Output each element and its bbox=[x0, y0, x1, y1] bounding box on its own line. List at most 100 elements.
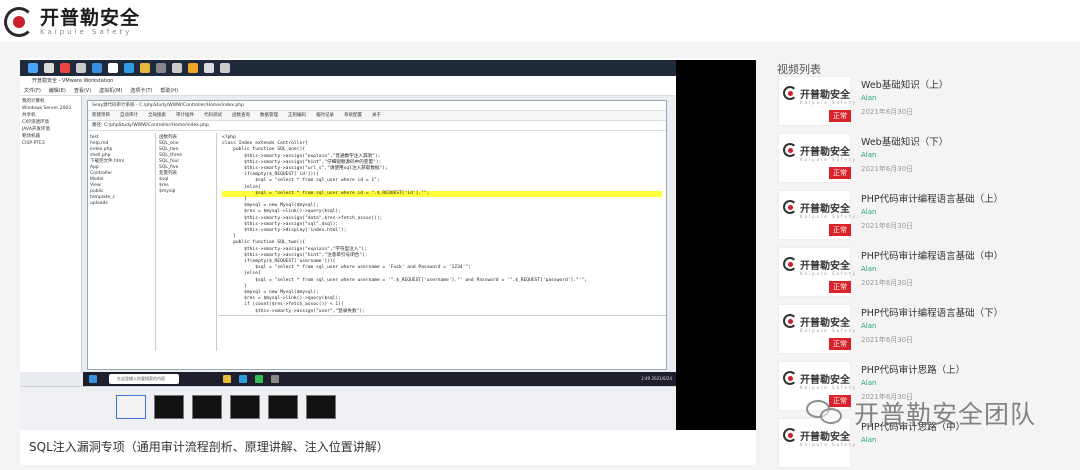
vm-tab-thumbnail bbox=[306, 395, 336, 419]
thumbnail-logo-text: 开普勒安全 bbox=[800, 147, 850, 158]
video-item-title[interactable]: PHP代码审计编程语言基础（中） bbox=[861, 248, 1003, 262]
code-audit-window: Seay源代码审计系统 - C:/phpStudy/WWW/Controller… bbox=[87, 100, 667, 370]
thumbnail-logo-text: 开普勒安全 bbox=[800, 375, 850, 386]
video-item-author: Alan bbox=[861, 208, 877, 216]
function-outline: 函数列表 SQL_one SQL_two SQL_three SQL_four SQL_f… bbox=[157, 133, 217, 351]
video-thumbnail[interactable]: 开普勒安全 Kaipule Safety 正常 bbox=[778, 76, 855, 126]
file-tree-item[interactable]: uploads bbox=[90, 201, 153, 207]
editor-toolbar-button[interactable]: 自动审计 bbox=[120, 113, 138, 118]
video-item-date: 2021年6月30日 bbox=[861, 279, 914, 287]
vm-toolbar-icon[interactable] bbox=[92, 63, 102, 73]
video-item-title[interactable]: Web基础知识（下） bbox=[861, 134, 948, 148]
vm-tab-thumbnail bbox=[192, 395, 222, 419]
library-item[interactable]: 靶场机器 bbox=[22, 133, 79, 140]
video-list-item[interactable]: 开普勒安全 Kaipule Safety 正常 PHP代码审计编程语言基础（上） Ala… bbox=[778, 190, 1078, 242]
editor-toolbar-button[interactable]: 数据管理 bbox=[260, 113, 278, 118]
outline-item[interactable]: $mysql bbox=[159, 189, 214, 195]
logo-icon bbox=[783, 86, 797, 100]
thumbnail-logo-text: 开普勒安全 bbox=[800, 90, 850, 101]
vm-toolbar-icon[interactable] bbox=[124, 63, 134, 73]
vm-menu-item[interactable]: 查看(V) bbox=[74, 88, 91, 94]
vm-tab-thumbnail bbox=[268, 395, 298, 419]
thumbnail-logo-subtitle: Kaipule Safety bbox=[800, 385, 857, 390]
thumbnail-logo-subtitle: Kaipule Safety bbox=[800, 100, 857, 105]
wechat-watermark: 开普勒安全团队 bbox=[806, 395, 1036, 431]
library-item[interactable]: CXP渗透环境 bbox=[22, 119, 79, 126]
editor-toolbar-button[interactable]: 关于 bbox=[372, 113, 381, 118]
vm-toolbar-icon[interactable] bbox=[156, 63, 166, 73]
logo-icon bbox=[783, 314, 797, 328]
logo-icon bbox=[783, 428, 797, 442]
logo-subtitle: Kaipule Safety bbox=[40, 28, 133, 36]
editor-toolbar: 新建项目 自动审计 全局搜索 审计插件 代码调试 函数查询 数据管理 正则编码 临时记录 系统配置… bbox=[88, 111, 666, 121]
vm-tab-thumbnail bbox=[154, 395, 184, 419]
video-item-date: 2021年6月30日 bbox=[861, 108, 914, 116]
video-list-item[interactable]: 开普勒安全 Kaipule Safety 正常 PHP代码审计编程语言基础（中） Ala… bbox=[778, 247, 1078, 299]
vm-menu-item[interactable]: 编辑(E) bbox=[49, 88, 66, 94]
video-item-title[interactable]: Web基础知识（上） bbox=[861, 77, 948, 91]
video-thumbnail[interactable]: 开普勒安全 Kaipule Safety 正常 bbox=[778, 304, 855, 354]
video-item-title[interactable]: PHP代码审计编程语言基础（下） bbox=[861, 305, 1003, 319]
video-item-author: Alan bbox=[861, 322, 877, 330]
video-letterbox bbox=[676, 60, 756, 430]
logo-icon bbox=[783, 200, 797, 214]
vm-toolbar-icon[interactable] bbox=[220, 63, 230, 73]
library-item[interactable]: 我的计算机 bbox=[22, 98, 79, 105]
video-item-author: Alan bbox=[861, 436, 877, 444]
vm-menu-item[interactable]: 选项卡(T) bbox=[130, 88, 152, 94]
video-title: SQL注入漏洞专项（通用审计流程剖析、原理讲解、注入位置讲解） bbox=[29, 440, 389, 454]
vm-toolbar-icon[interactable] bbox=[76, 63, 86, 73]
vm-desktop-screenshot: 开普勒安全 - VMware Workstation 文件(F) 编辑(E) 查看(… bbox=[20, 60, 676, 430]
vm-toolbar-icon[interactable] bbox=[108, 63, 118, 73]
thumbnail-logo-subtitle: Kaipule Safety bbox=[800, 271, 857, 276]
editor-toolbar-button[interactable]: 代码调试 bbox=[204, 113, 222, 118]
logo-icon bbox=[783, 371, 797, 385]
vm-toolbar-icon[interactable] bbox=[188, 63, 198, 73]
logo-name: 开普勒安全 bbox=[40, 7, 141, 29]
vm-toolbar-icon[interactable] bbox=[140, 63, 150, 73]
video-item-author: Alan bbox=[861, 94, 877, 102]
editor-toolbar-button[interactable]: 函数查询 bbox=[232, 113, 250, 118]
video-item-date: 2021年6月30日 bbox=[861, 336, 914, 344]
thumbnail-logo-text: 开普勒安全 bbox=[800, 261, 850, 272]
editor-toolbar-button[interactable]: 全局搜索 bbox=[148, 113, 166, 118]
editor-toolbar-button[interactable]: 审计插件 bbox=[176, 113, 194, 118]
video-list-item[interactable]: 开普勒安全 Kaipule Safety 正常 PHP代码审计编程语言基础（下） Ala… bbox=[778, 304, 1078, 356]
library-item[interactable]: JAVA开发环境 bbox=[22, 126, 79, 133]
vm-toolbar-icon[interactable] bbox=[28, 63, 38, 73]
vm-toolbar-icon[interactable] bbox=[44, 63, 54, 73]
library-item[interactable]: 共享机 bbox=[22, 112, 79, 119]
vm-toolbar-icon[interactable] bbox=[172, 63, 182, 73]
status-badge: 正常 bbox=[829, 224, 851, 236]
logo-icon bbox=[4, 7, 34, 37]
video-item-title[interactable]: PHP代码审计思路（上） bbox=[861, 362, 965, 376]
library-item[interactable]: Windows Server 2003 bbox=[22, 105, 79, 112]
video-list-item[interactable]: 开普勒安全 Kaipule Safety 正常 Web基础知识（上） Alan 2021年… bbox=[778, 76, 1078, 128]
wechat-icon bbox=[806, 398, 846, 428]
video-thumbnail[interactable]: 开普勒安全 Kaipule Safety 正常 bbox=[778, 190, 855, 240]
vm-menu-item[interactable]: 文件(F) bbox=[24, 88, 41, 94]
vm-toolbar bbox=[20, 60, 676, 76]
vm-tab-thumbnail bbox=[230, 395, 260, 419]
editor-toolbar-button[interactable]: 正则编码 bbox=[288, 113, 306, 118]
taskbar-search: 在这里输入你要搜索的内容 bbox=[109, 374, 179, 384]
video-thumbnail[interactable]: 开普勒安全 Kaipule Safety 正常 bbox=[778, 133, 855, 183]
vm-menu-item[interactable]: 帮助(H) bbox=[160, 88, 178, 94]
code-view: <?php class Index extends Controller{ pub… bbox=[218, 133, 666, 313]
vm-toolbar-icon[interactable] bbox=[204, 63, 214, 73]
vm-menu-item[interactable]: 虚拟机(M) bbox=[99, 88, 122, 94]
thumbnail-logo-subtitle: Kaipule Safety bbox=[800, 214, 857, 219]
editor-toolbar-button[interactable]: 临时记录 bbox=[316, 113, 334, 118]
video-frame[interactable]: 开普勒安全 - VMware Workstation 文件(F) 编辑(E) 查看(… bbox=[20, 60, 676, 430]
explorer-icon bbox=[223, 375, 231, 383]
site-logo[interactable]: 开普勒安全 Kaipule Safety bbox=[4, 7, 140, 37]
vm-library-panel: 我的计算机 Windows Server 2003 共享机 CXP渗透环境 JAVA开发… bbox=[20, 96, 82, 372]
guest-taskbar: 在这里输入你要搜索的内容 2:49 2021/6/24 bbox=[83, 372, 676, 386]
video-thumbnail[interactable]: 开普勒安全 Kaipule Safety 正常 bbox=[778, 247, 855, 297]
video-list-item[interactable]: 开普勒安全 Kaipule Safety 正常 Web基础知识（下） Alan 2021年… bbox=[778, 133, 1078, 185]
vm-toolbar-icon[interactable] bbox=[60, 63, 70, 73]
video-item-title[interactable]: PHP代码审计编程语言基础（上） bbox=[861, 191, 1003, 205]
editor-toolbar-button[interactable]: 新建项目 bbox=[92, 113, 110, 118]
editor-toolbar-button[interactable]: 系统配置 bbox=[344, 113, 362, 118]
library-item[interactable]: CISP-PTE3 bbox=[22, 140, 79, 147]
